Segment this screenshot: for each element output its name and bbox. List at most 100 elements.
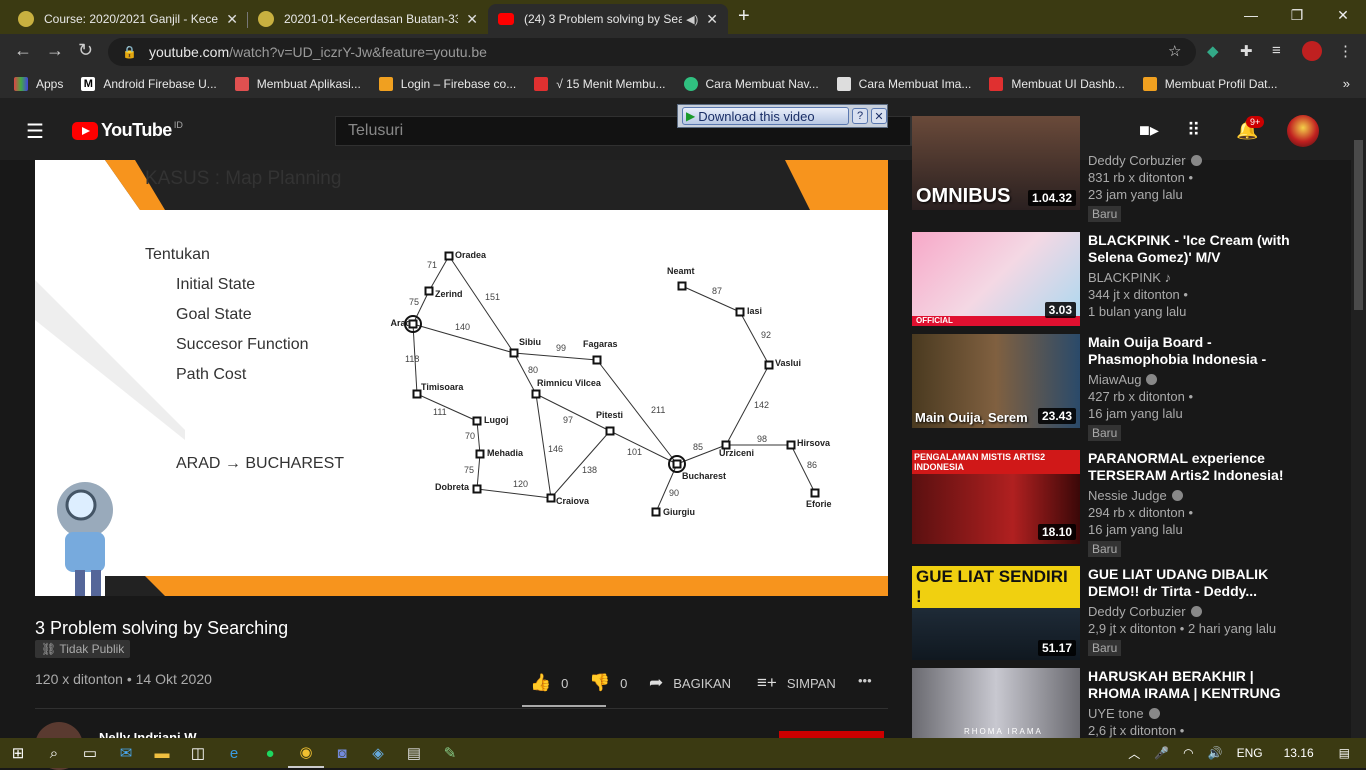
close-window-icon[interactable]: ✕ [1320, 0, 1366, 30]
start-windows-icon[interactable]: ⊞ [0, 738, 36, 768]
bookmark-label: Cara Membuat Nav... [705, 77, 819, 91]
save-button[interactable]: ≡+ SIMPAN [757, 673, 836, 693]
like-ratio-bar [522, 705, 606, 707]
extension-icon[interactable]: ◆ [1207, 42, 1219, 60]
bookmark-item[interactable]: Cara Membuat Nav... [683, 77, 819, 91]
new-tab-button[interactable]: + [738, 5, 750, 28]
minimize-icon[interactable]: — [1228, 0, 1274, 30]
bookmark-item[interactable]: √ 15 Menit Membu... [534, 77, 666, 91]
new-badge: Baru [1088, 206, 1122, 222]
video-duration: 51.17 [1037, 640, 1076, 656]
bookmarks-overflow-icon[interactable]: » [1343, 76, 1350, 91]
video-thumbnail[interactable]: Main Ouija, Serem 23.43 [912, 334, 1080, 428]
volume-icon[interactable]: 🔊 [1208, 746, 1223, 760]
scrollbar-thumb[interactable] [1354, 140, 1363, 310]
thumbs-down-icon: 👎 [589, 673, 611, 692]
menu-kebab-icon[interactable]: ⋮ [1338, 42, 1353, 60]
bookmark-apps[interactable]: Apps [14, 77, 63, 91]
video-thumbnail[interactable]: RHOMA IRAMA [912, 668, 1080, 738]
forward-icon[interactable]: → [46, 40, 64, 61]
paint-icon[interactable]: ✎ [432, 738, 468, 768]
notification-center-icon[interactable]: ▤ [1339, 746, 1350, 760]
like-button[interactable]: 👍 0 [530, 673, 568, 693]
road-distance: 75 [409, 297, 419, 307]
upload-age: 16 jam yang lalu [1088, 522, 1183, 537]
browser-tab[interactable]: 20201-01-Kecerdasan Buatan-33 ✕ [248, 4, 488, 34]
mail-icon[interactable]: ✉ [108, 738, 144, 768]
video-thumbnail[interactable]: OFFICIAL 3.03 [912, 232, 1080, 326]
close-tab-icon[interactable]: ✕ [466, 11, 478, 28]
file-explorer-icon[interactable]: ▬ [144, 738, 180, 768]
video-player[interactable]: Oradea Zerind Arad Sibiu Fagaras Rimnicu Vilc… [35, 160, 888, 596]
chevron-up-icon[interactable]: ︿ [1128, 745, 1140, 762]
store-icon[interactable]: ◫ [180, 738, 216, 768]
recommendation-title[interactable]: BLACKPINK - 'Ice Cream (with Selena Gome… [1088, 232, 1298, 266]
download-video-button[interactable]: ▶ Download this video [682, 107, 850, 125]
discord-icon[interactable]: ◙ [324, 738, 360, 768]
search-icon[interactable]: ⌕ [36, 738, 72, 768]
notepad-icon[interactable]: ▤ [396, 738, 432, 768]
slide-title: KASUS : Map Planning [145, 168, 342, 189]
recommendation-title[interactable]: GUE LIAT UDANG DIBALIK DEMO!! dr Tirta -… [1088, 566, 1298, 600]
bookmarks-bar: Apps M Android Firebase U... Membuat Apli… [0, 70, 1366, 98]
city-node [472, 484, 482, 494]
reload-icon[interactable]: ↻ [78, 40, 93, 61]
recommendation-title[interactable]: Main Ouija Board - Phasmophobia Indonesi… [1088, 334, 1298, 368]
more-actions-button[interactable]: ••• [858, 673, 872, 688]
slide-item: Tentukan [145, 246, 210, 263]
clock[interactable]: 13.16 [1284, 746, 1314, 760]
hamburger-menu-icon[interactable]: ☰ [26, 119, 44, 144]
bookmark-item[interactable]: Membuat Profil Dat... [1142, 77, 1277, 91]
edge-icon[interactable]: e [216, 738, 252, 768]
city-label: Bucharest [682, 471, 726, 481]
account-avatar[interactable] [1287, 115, 1319, 147]
bookmark-star-icon[interactable]: ☆ [1168, 42, 1181, 60]
dislike-button[interactable]: 👎 0 [589, 673, 627, 693]
youtube-logo[interactable]: YouTube ID [72, 120, 183, 141]
bookmark-item[interactable]: Cara Membuat Ima... [836, 77, 971, 91]
city-node [672, 459, 682, 469]
wifi-icon[interactable]: ◠ [1183, 746, 1193, 760]
video-thumbnail[interactable]: GUE LIAT SENDIRI ! 51.17 [912, 566, 1080, 660]
extensions-puzzle-icon[interactable]: ✚ [1240, 42, 1253, 60]
create-video-icon[interactable]: ■▸ [1139, 120, 1159, 141]
video-thumbnail[interactable]: OMNIBUS 1.04.32 [912, 116, 1080, 210]
media-control-icon[interactable]: ≡ [1272, 42, 1281, 59]
spotify-icon[interactable]: ● [252, 738, 288, 768]
youtube-icon [498, 13, 514, 25]
browser-toolbar: ← → ↻ 🔒 youtube.com/watch?v=UD_iczrY-Jw&… [0, 34, 1366, 70]
bookmark-item[interactable]: Membuat Aplikasi... [234, 77, 361, 91]
help-icon[interactable]: ? [852, 108, 869, 124]
apps-grid-icon[interactable]: ⠿ [1187, 120, 1200, 141]
language-indicator[interactable]: ENG [1237, 746, 1263, 760]
close-icon[interactable]: ✕ [871, 108, 887, 124]
restore-icon[interactable]: ❐ [1274, 0, 1320, 30]
recommendation-title[interactable]: PARANORMAL experience TERSERAM Artis2 In… [1088, 450, 1298, 484]
video-thumbnail[interactable]: PENGALAMAN MISTIS ARTIS2 INDONESIA 18.10 [912, 450, 1080, 544]
share-button[interactable]: ➦ BAGIKAN [649, 673, 731, 693]
bookmark-item[interactable]: M Android Firebase U... [81, 77, 217, 91]
task-view-icon[interactable]: ▭ [72, 738, 108, 768]
save-label: SIMPAN [786, 675, 836, 691]
speaker-icon[interactable]: ◀) [686, 13, 698, 26]
bookmark-item[interactable]: Membuat UI Dashb... [989, 77, 1125, 91]
chrome-icon[interactable]: ◉ [288, 738, 324, 768]
site-icon [234, 77, 249, 91]
browser-tab-active[interactable]: (24) 3 Problem solving by Searching ◀) ✕ [488, 4, 728, 34]
channel-label: MiawAug [1088, 372, 1142, 387]
road-distance: 92 [761, 330, 771, 340]
microphone-icon[interactable]: 🎤 [1154, 746, 1169, 760]
browser-tab[interactable]: Course: 2020/2021 Ganjil - Kecerdasan Bu… [8, 4, 248, 34]
app-icon[interactable]: ◈ [360, 738, 396, 768]
profile-avatar[interactable] [1302, 41, 1322, 61]
map-road [681, 285, 741, 313]
slide-item: Initial State [176, 276, 256, 293]
recommendation-title[interactable]: HARUSKAH BERAKHIR | RHOMA IRAMA | KENTRU… [1088, 668, 1298, 702]
close-tab-icon[interactable]: ✕ [706, 11, 718, 28]
address-bar[interactable]: 🔒 youtube.com/watch?v=UD_iczrY-Jw&featur… [108, 38, 1196, 66]
back-icon[interactable]: ← [14, 40, 32, 61]
verified-icon [1171, 490, 1183, 501]
city-label: Mehadia [487, 448, 524, 458]
bookmark-item[interactable]: Login – Firebase co... [378, 77, 516, 91]
close-tab-icon[interactable]: ✕ [226, 11, 238, 28]
